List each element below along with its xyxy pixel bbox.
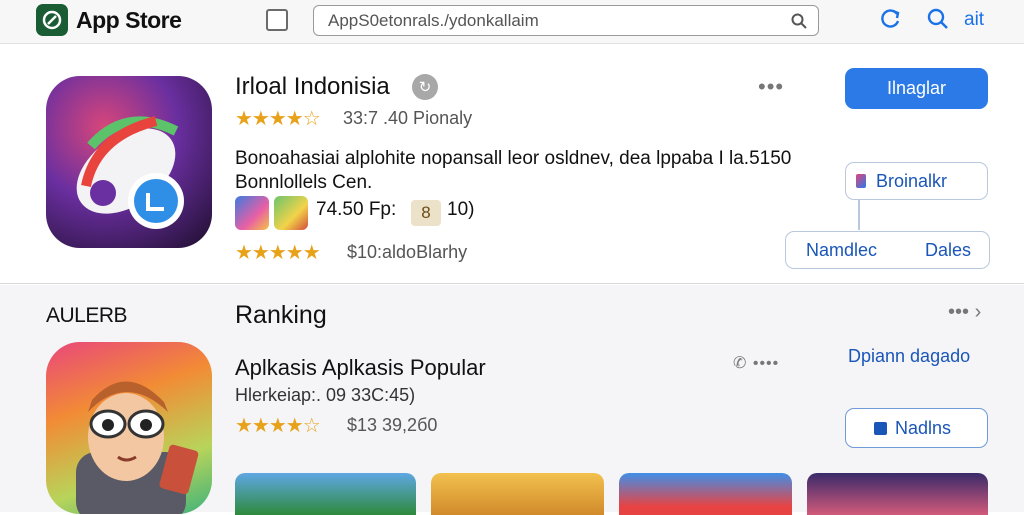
secondary-button-label: Broinalkr: [876, 170, 948, 191]
ranking-action-button[interactable]: Nadlns: [845, 408, 988, 448]
ranking-link[interactable]: Dpiann dagado: [848, 346, 970, 367]
connector-line: [858, 200, 860, 230]
ranking-button-label: Nadlns: [895, 417, 952, 438]
calendar-icon: [874, 421, 887, 435]
screenshot-thumbnail[interactable]: [619, 473, 792, 515]
ranking-rating-text: $13 39,2б0: [347, 415, 438, 435]
price-text: 74.50 Fp:: [316, 199, 397, 220]
top-bar: App Store AppS0etonrals./ydonkallaim ait: [0, 0, 1024, 44]
segment-right[interactable]: Dales: [925, 240, 971, 261]
segmented-control[interactable]: Namdlec Dales: [785, 231, 990, 269]
app-store-logo-icon[interactable]: [36, 4, 68, 36]
search-icon[interactable]: [790, 12, 808, 35]
screenshot-thumbnail[interactable]: [235, 473, 416, 515]
featured-rating-text: 33:7 .40 Pionaly: [343, 108, 473, 128]
see-more-button[interactable]: ••• ›: [948, 301, 981, 324]
description-line-2: Bonnlollels Cen.: [235, 172, 373, 193]
more-options-icon[interactable]: ✆ ••••: [733, 353, 779, 373]
section-label: AULERB: [46, 304, 128, 327]
ranking-section: AULERB Ranking ••• › Aplkasis Aplkasis P…: [0, 285, 1024, 515]
ranking-title: Ranking: [235, 301, 327, 329]
count-chip: 8: [411, 200, 441, 226]
segment-left[interactable]: Namdlec: [806, 240, 877, 261]
featured-section: Irloal Indonisia ↻ ★★★★☆ 33:7 .40 Pional…: [0, 44, 1024, 284]
bookmark-icon: [856, 174, 866, 188]
preview-thumbnail[interactable]: [235, 196, 269, 230]
rating-stars-icon: ★★★★☆: [235, 108, 321, 130]
screenshot-thumbnail[interactable]: [807, 473, 988, 515]
search-input[interactable]: AppS0etonrals./ydonkallaim: [313, 5, 819, 36]
featured-description: Bonoahasiai alplohite nopansall leor osl…: [235, 147, 795, 195]
ranking-subtitle[interactable]: Aplkasis Aplkasis Popular: [235, 355, 486, 381]
app-title: App Store: [76, 7, 182, 33]
account-label[interactable]: ait: [964, 9, 984, 31]
search-icon[interactable]: [925, 6, 951, 37]
checkbox-icon[interactable]: [266, 9, 288, 31]
description-line-1: Bonoahasiai alplohite nopansall leor osl…: [235, 148, 792, 169]
more-options-icon[interactable]: •••: [758, 74, 784, 100]
featured-rating2-text: $10:aldoBlarhy: [347, 242, 468, 262]
verified-badge-icon: ↻: [412, 74, 438, 100]
ranking-meta: Hlerkeiap:. 09 33C:45): [235, 385, 416, 405]
ranking-app-icon[interactable]: [46, 342, 212, 514]
screenshot-thumbnail[interactable]: [431, 473, 604, 515]
featured-app-title[interactable]: Irloal Indonisia: [235, 73, 390, 101]
rating-stars-icon: ★★★★★: [235, 242, 321, 264]
preview-thumbnail[interactable]: [274, 196, 308, 230]
featured-app-icon[interactable]: [46, 76, 212, 248]
get-button[interactable]: Ilnaglar: [845, 68, 988, 109]
search-input-value: AppS0etonrals./ydonkallaim: [328, 11, 539, 30]
count-text: 10): [447, 199, 475, 220]
rating-stars-icon: ★★★★☆: [235, 415, 321, 437]
secondary-button[interactable]: Broinalkr: [845, 162, 988, 200]
refresh-icon[interactable]: [877, 6, 903, 37]
